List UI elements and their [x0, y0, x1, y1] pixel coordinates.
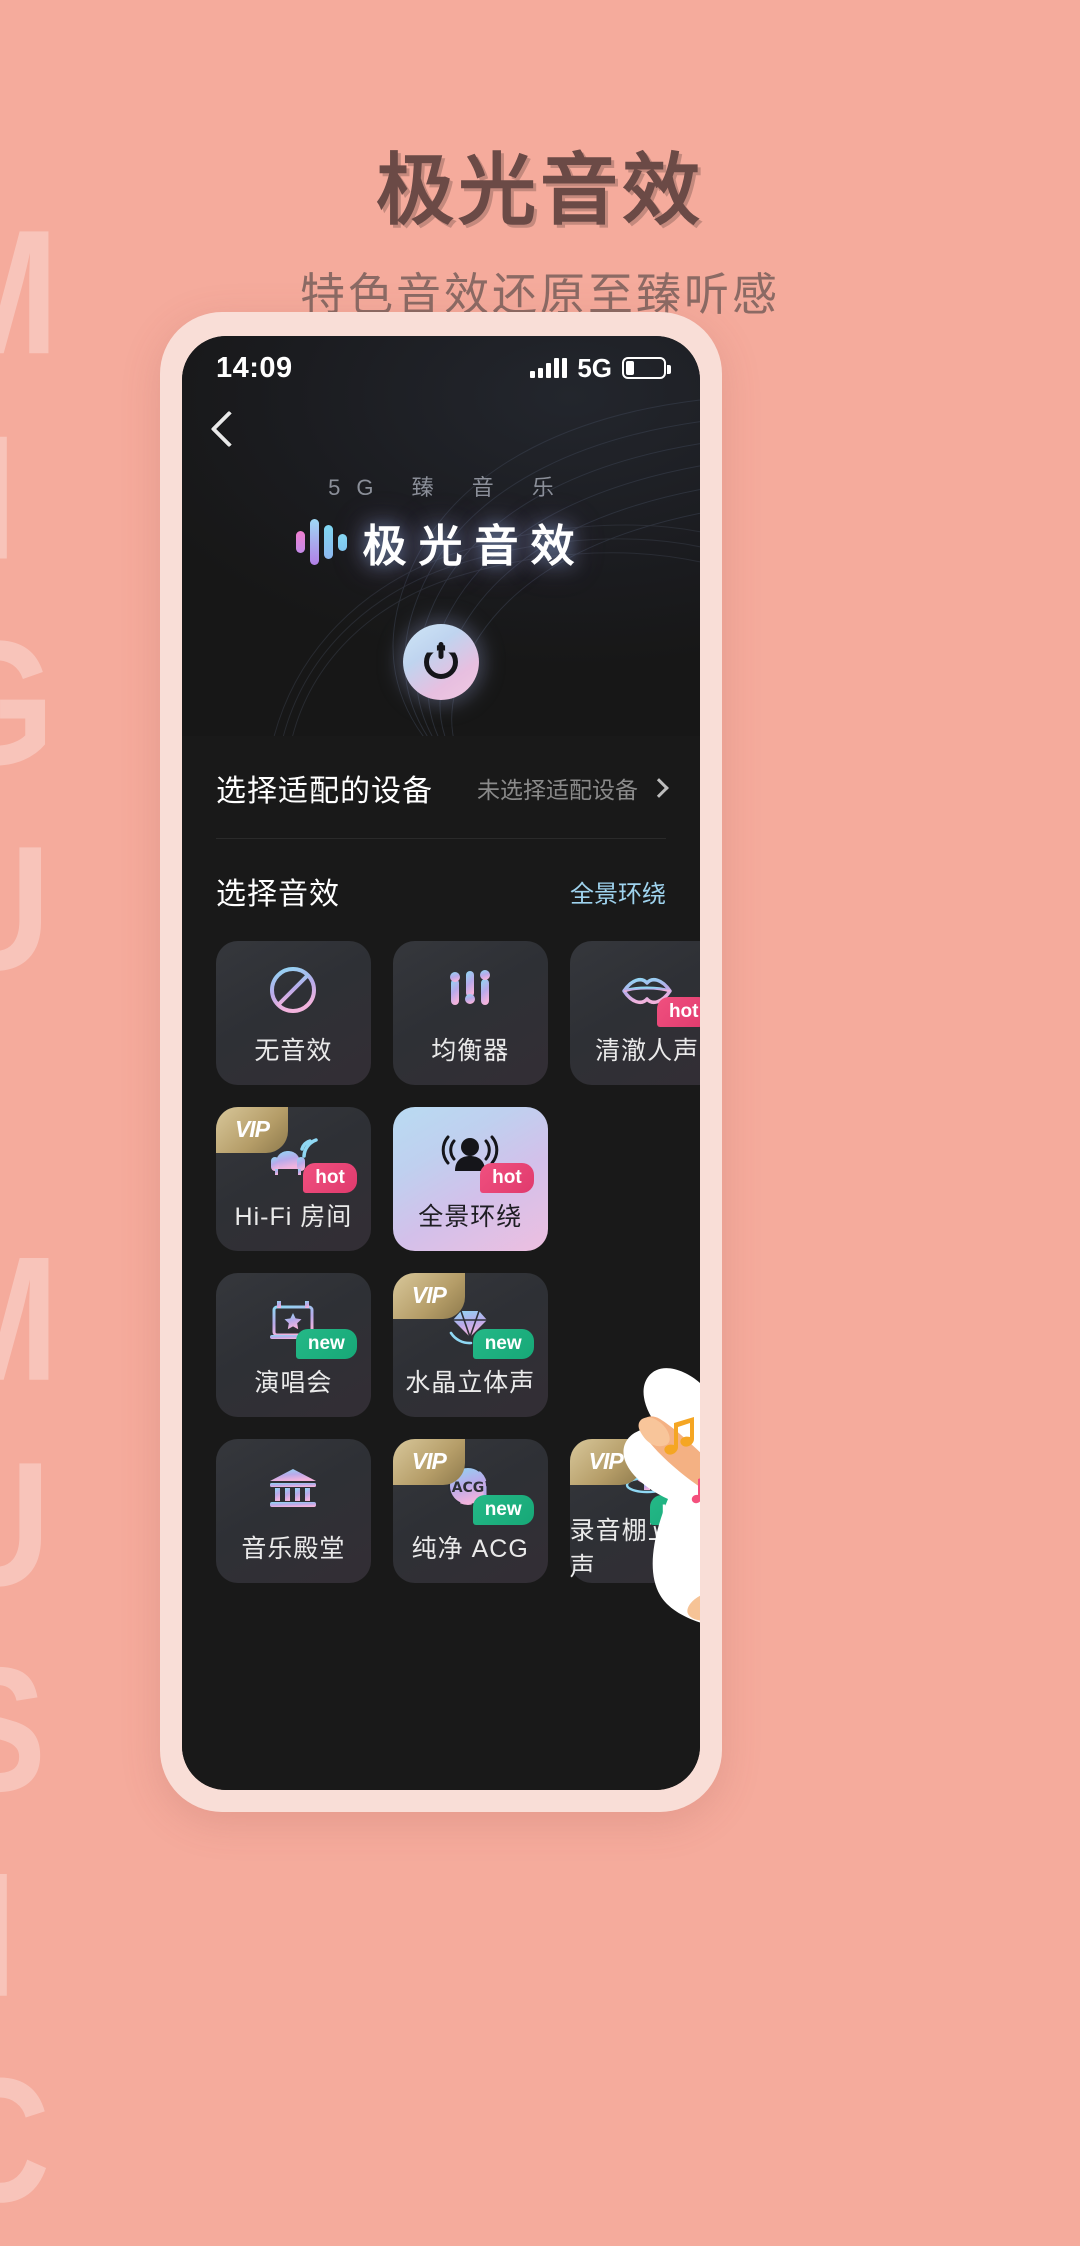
effects-section-label: 选择音效	[216, 878, 340, 911]
nav-bar	[182, 400, 700, 448]
current-effect-label: 全景环绕	[570, 880, 666, 908]
power-icon	[424, 642, 458, 679]
device-select-value: 未选择适配设备	[477, 777, 638, 803]
status-indicators: 5G	[530, 352, 671, 384]
watermark-text: MIGU MUSIC	[0, 192, 80, 2246]
power-halo	[387, 608, 495, 716]
effect-card-均衡器[interactable]: 均衡器	[392, 941, 548, 1085]
svg-text:ACG: ACG	[452, 1480, 485, 1496]
battery-icon	[622, 357, 671, 379]
equalizer-bars-icon	[295, 516, 347, 568]
effect-card-演唱会[interactable]: 演唱会 new	[216, 1272, 371, 1417]
chevron-right-icon	[649, 778, 669, 798]
power-status-label: 已开启	[182, 732, 700, 736]
content-area: 选择适配的设备 未选择适配设备 选择音效 全景环绕 无音效 均衡器 清澈人声 h…	[182, 736, 700, 1790]
poster-headline: 极光音效 特色音效还原至臻听感	[0, 128, 1080, 323]
effect-card-label: 清澈人声	[595, 1036, 700, 1065]
vip-badge-icon: VIP	[392, 1438, 465, 1485]
no-effect-icon	[264, 959, 322, 1021]
power-block: 已开启	[182, 608, 700, 736]
back-chevron-icon[interactable]	[210, 410, 248, 448]
effect-card-水晶立体声[interactable]: VIP 水晶立体声 new	[392, 1272, 548, 1417]
hero-section: 14:09 5G 5G 臻 音 乐 极光音效	[182, 336, 700, 736]
effects-header-row: 选择音效 全景环绕	[216, 839, 666, 919]
effect-card-label: 全景环绕	[418, 1202, 523, 1231]
new-badge: new	[649, 1495, 700, 1525]
effect-card-label: 纯净 ACG	[411, 1534, 529, 1563]
effect-card-label: 无音效	[254, 1036, 333, 1065]
new-badge: new	[472, 1495, 534, 1525]
network-type-label: 5G	[577, 352, 612, 383]
effect-card-label: 均衡器	[431, 1036, 510, 1065]
page-title: 极光音效	[375, 146, 704, 236]
device-select-label: 选择适配的设备	[216, 775, 433, 808]
device-select-value-wrap: 未选择适配设备	[477, 771, 669, 805]
hot-badge: hot	[480, 1163, 534, 1193]
status-bar: 14:09 5G	[182, 336, 700, 400]
device-select-row[interactable]: 选择适配的设备 未选择适配设备	[216, 736, 669, 816]
vip-badge-icon: VIP	[392, 1272, 465, 1319]
new-badge: new	[472, 1329, 534, 1359]
vip-badge-icon: VIP	[569, 1438, 642, 1485]
status-time: 14:09	[216, 351, 293, 384]
effect-card-纯净-ACG[interactable]: VIP ACG 纯净 ACG new	[392, 1438, 548, 1583]
effect-card-Hi-Fi-房间[interactable]: VIP Hi-Fi 房间 hot	[216, 1106, 371, 1251]
effect-card-无音效[interactable]: 无音效	[216, 941, 371, 1085]
phone-frame: 14:09 5G 5G 臻 音 乐 极光音效 选择适配的设备 未选择适配设备 选…	[160, 312, 722, 1812]
brand-block: 5G 臻 音 乐 极光音效	[182, 470, 700, 574]
hot-badge: hot	[303, 1163, 357, 1193]
equalizer-sliders-icon	[441, 959, 499, 1021]
brand-main: 极光音效	[182, 510, 700, 574]
effects-grid: 无音效 均衡器 清澈人声 hot VIP Hi-Fi 房间 hot 全景环绕 h…	[216, 941, 700, 1583]
power-toggle-button[interactable]	[403, 624, 479, 700]
effect-card-音乐殿堂[interactable]: 音乐殿堂	[216, 1438, 371, 1583]
vip-badge-icon: VIP	[216, 1106, 288, 1153]
effect-card-label: 演唱会	[254, 1368, 333, 1397]
new-badge: new	[295, 1329, 357, 1359]
effect-card-全景环绕[interactable]: 全景环绕 hot	[392, 1106, 548, 1251]
brand-tagline: 5G 臻 音 乐	[328, 475, 570, 500]
signal-bars-icon	[530, 358, 568, 378]
brand-name: 极光音效	[362, 521, 587, 572]
effect-card-label: Hi-Fi 房间	[234, 1202, 353, 1231]
effect-card-label: 音乐殿堂	[241, 1534, 346, 1563]
effect-card-label: 水晶立体声	[405, 1368, 536, 1397]
phone-screen: 14:09 5G 5G 臻 音 乐 极光音效 选择适配的设备 未选择适配设备 选…	[182, 336, 700, 1790]
temple-icon	[264, 1457, 322, 1519]
effect-card-清澈人声[interactable]: 清澈人声 hot	[569, 941, 700, 1085]
hot-badge: hot	[656, 997, 700, 1027]
effect-card-录音棚立体声[interactable]: VIP 录音棚立体声 new	[569, 1438, 700, 1583]
